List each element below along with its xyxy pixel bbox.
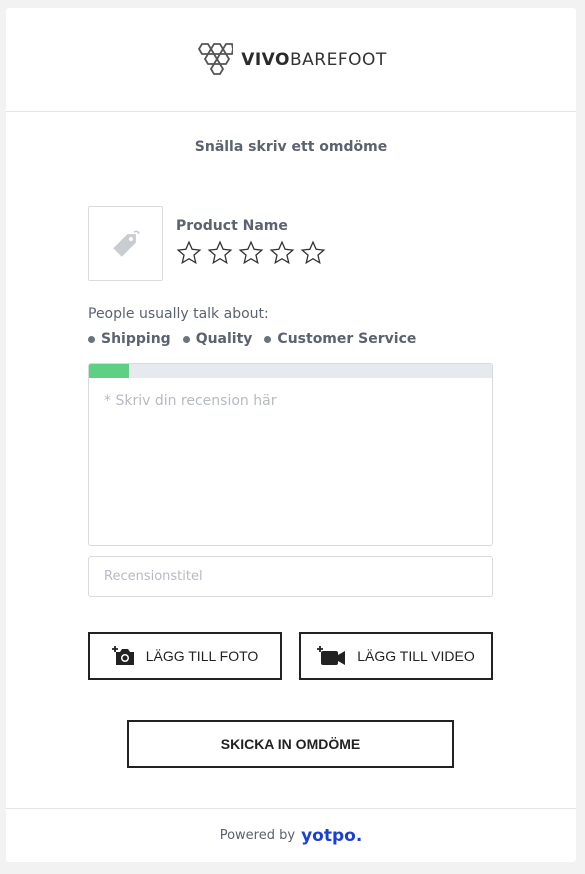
star-rating[interactable] (176, 240, 326, 266)
yotpo-logo[interactable]: yotpo. (301, 826, 362, 846)
product-name: Product Name (176, 218, 288, 234)
footer: Powered by yotpo. (6, 808, 576, 862)
review-title-input[interactable]: Recensionstitel (88, 556, 493, 597)
talk-about-label: People usually talk about: (88, 306, 269, 322)
form-title: Snälla skriv ett omdöme (194, 139, 388, 155)
price-tag-icon (112, 230, 140, 257)
bullet-icon (88, 335, 95, 343)
star-4-icon[interactable] (269, 240, 295, 266)
review-length-progress-fill (89, 364, 130, 378)
add-photo-camera-icon (111, 646, 134, 665)
topic-label: Quality (195, 331, 253, 347)
brand-name-light: BAREFOOT (290, 49, 387, 70)
bullet-icon (264, 335, 272, 343)
product-image-placeholder (88, 206, 163, 281)
review-textarea[interactable]: * Skriv din recension här (88, 363, 493, 546)
topic-shipping[interactable]: Shipping (88, 331, 171, 347)
add-video-camera-icon (317, 646, 346, 665)
add-photo-label: LÄGG TILL FOTO (145, 648, 259, 664)
add-video-button[interactable]: LÄGG TILL VIDEO (299, 632, 493, 680)
bullet-icon (182, 335, 190, 343)
topic-label: Customer Service (277, 331, 417, 347)
review-title-placeholder: Recensionstitel (104, 569, 203, 584)
honeycomb-logo-icon (198, 42, 234, 75)
topic-quality[interactable]: Quality (182, 331, 253, 347)
header: VIVOBAREFOOT (6, 8, 576, 112)
add-photo-button[interactable]: LÄGG TILL FOTO (88, 632, 282, 680)
submit-review-label: SKICKA IN OMDÖME (220, 736, 361, 752)
review-placeholder: * Skriv din recension här (104, 393, 277, 409)
topic-label: Shipping (101, 331, 171, 347)
star-1-icon[interactable] (176, 240, 202, 266)
review-length-progress (89, 364, 492, 378)
review-form-card: VIVOBAREFOOT Snälla skriv ett omdöme Pro… (6, 8, 576, 862)
brand-name-bold: VIVO (241, 49, 290, 70)
star-3-icon[interactable] (238, 240, 264, 266)
powered-by-label: Powered by (219, 828, 296, 843)
star-5-icon[interactable] (300, 240, 326, 266)
topic-list: Shipping Quality Customer Service (88, 331, 416, 347)
brand-logo: VIVOBAREFOOT (195, 42, 387, 78)
add-video-label: LÄGG TILL VIDEO (357, 648, 475, 664)
star-2-icon[interactable] (207, 240, 233, 266)
topic-customer-service[interactable]: Customer Service (264, 331, 416, 347)
submit-review-button[interactable]: SKICKA IN OMDÖME (127, 720, 454, 768)
